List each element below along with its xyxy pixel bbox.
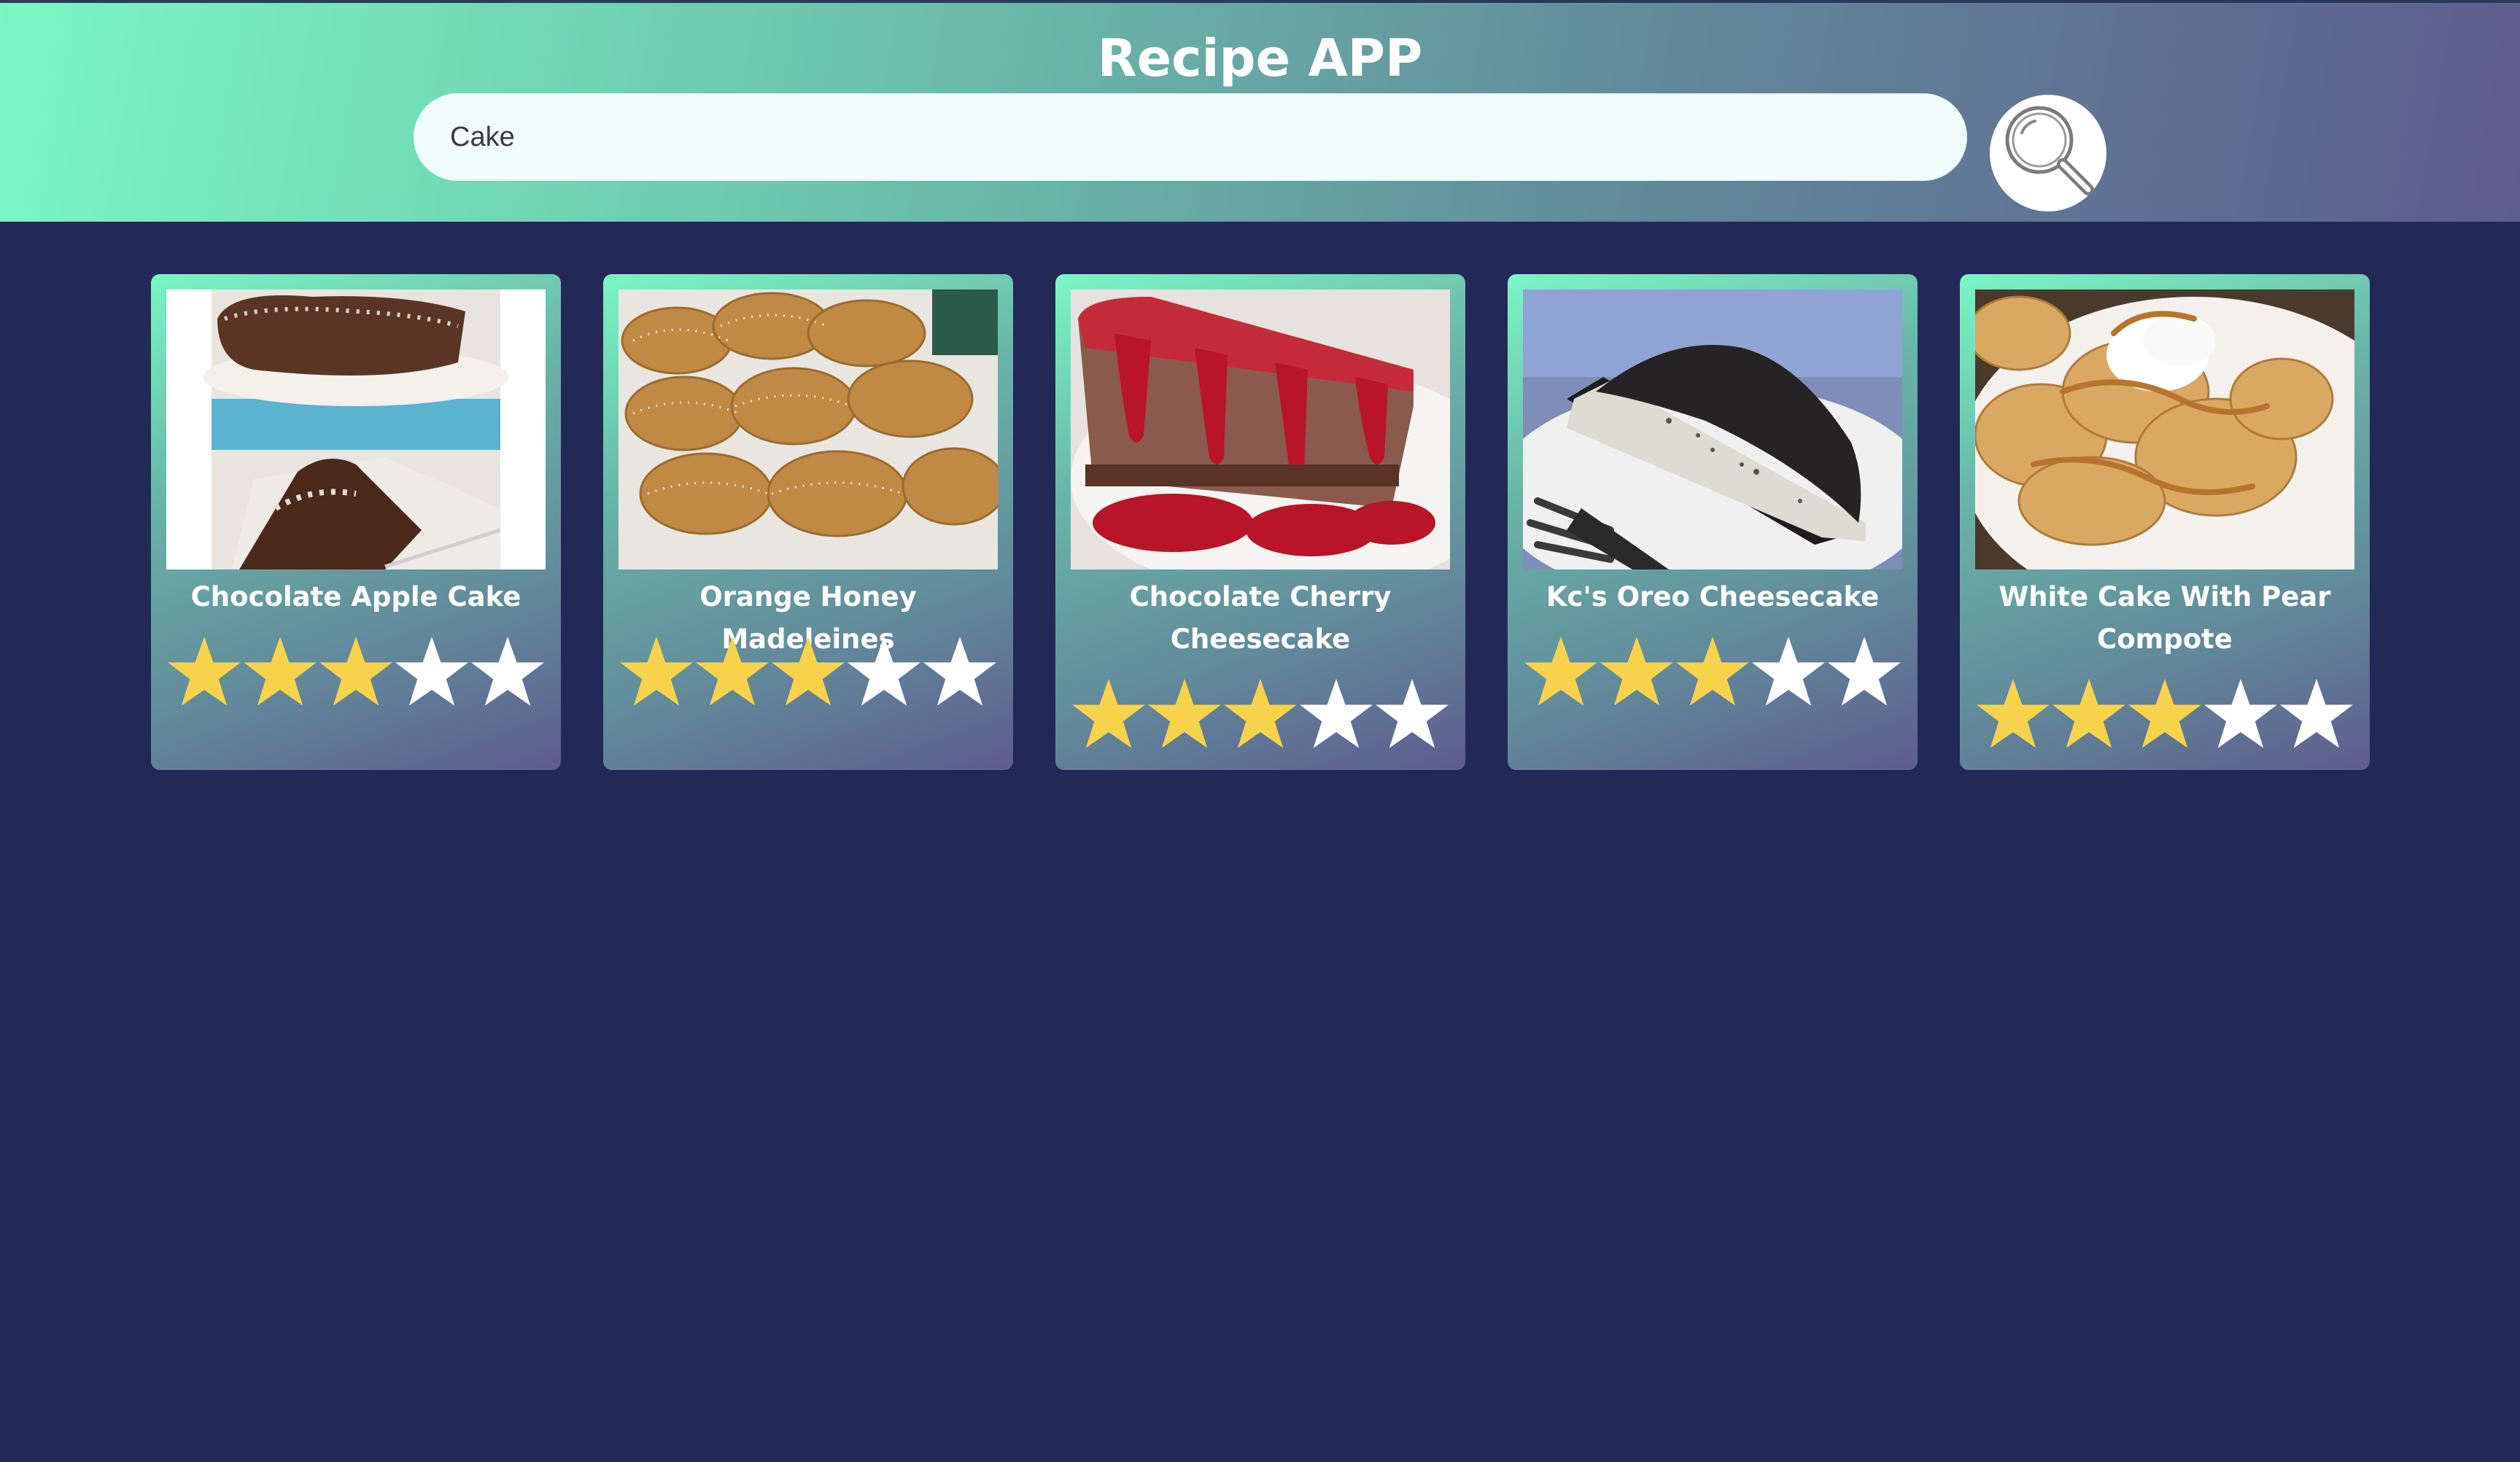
star-empty-icon (1752, 637, 1825, 706)
recipe-card-kcs-oreo-cheesecake[interactable]: Kc's Oreo Cheesecake (1508, 274, 1918, 770)
page-title: Recipe APP (1097, 28, 1423, 88)
star-empty-icon (848, 637, 920, 706)
search-input[interactable] (414, 93, 1967, 181)
rating-stars (613, 631, 1003, 712)
recipe-card-chocolate-apple-cake[interactable]: Chocolate Apple Cake (151, 274, 561, 770)
star-filled-icon (1072, 679, 1145, 748)
rating-stars (1066, 674, 1455, 754)
recipe-image[interactable] (1523, 289, 1902, 569)
recipe-image[interactable] (619, 289, 998, 569)
recipe-title[interactable]: Chocolate Apple Cake (158, 576, 554, 618)
star-empty-icon (2204, 679, 2277, 748)
recipe-card-chocolate-cherry-cheesecake[interactable]: Chocolate Cherry Cheesecake (1055, 274, 1465, 770)
star-filled-icon (1524, 637, 1597, 706)
star-empty-icon (471, 637, 544, 706)
recipe-image[interactable] (1975, 289, 2354, 569)
star-filled-icon (1148, 679, 1221, 748)
star-filled-icon (620, 637, 693, 706)
rating-stars (161, 631, 551, 712)
star-filled-icon (772, 637, 845, 706)
star-empty-icon (923, 637, 996, 706)
star-filled-icon (2052, 679, 2125, 748)
recipe-title[interactable]: Kc's Oreo Cheesecake (1515, 576, 1910, 618)
magnifier-icon (2005, 106, 2094, 195)
search-button[interactable] (1990, 95, 2106, 211)
recipe-title[interactable]: White Cake With Pear Compote (1967, 576, 2362, 661)
star-filled-icon (1600, 637, 1673, 706)
rating-stars (1518, 631, 1907, 712)
recipe-image[interactable] (1071, 289, 1450, 569)
star-filled-icon (2128, 679, 2201, 748)
star-filled-icon (244, 637, 317, 706)
recipe-image[interactable] (166, 289, 546, 569)
star-filled-icon (1224, 679, 1297, 748)
recipe-card-orange-honey-madeleines[interactable]: Orange Honey Madeleines (603, 274, 1013, 770)
rating-stars (1970, 674, 2360, 754)
star-filled-icon (1676, 637, 1749, 706)
recipe-card-white-cake-with-pear-compote[interactable]: White Cake With Pear Compote (1960, 274, 2370, 770)
star-filled-icon (168, 637, 241, 706)
star-empty-icon (1376, 679, 1449, 748)
star-filled-icon (696, 637, 769, 706)
app-header: Recipe APP (0, 3, 2520, 222)
star-empty-icon (1828, 637, 1901, 706)
star-empty-icon (2280, 679, 2353, 748)
star-filled-icon (319, 637, 392, 706)
star-empty-icon (1300, 679, 1373, 748)
star-empty-icon (395, 637, 468, 706)
star-filled-icon (1977, 679, 2050, 748)
recipe-title[interactable]: Chocolate Cherry Cheesecake (1063, 576, 1458, 661)
